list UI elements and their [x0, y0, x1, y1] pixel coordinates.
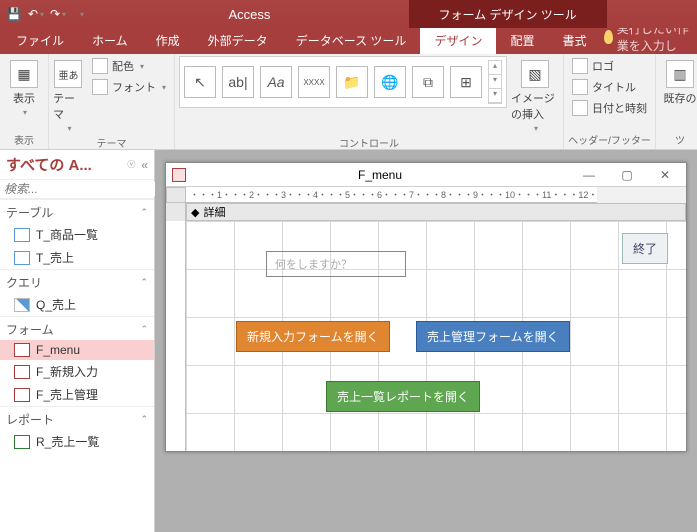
ruler-corner[interactable] [166, 187, 186, 203]
fonts-icon [92, 79, 108, 95]
title-icon [572, 79, 588, 95]
main-area: すべての A... ⓥ « 🔍 テーブル⌃ T_商品一覧 T_売上 クエリ⌃ Q… [0, 150, 697, 532]
theme-button[interactable]: 亜あ テーマ▾ [53, 56, 84, 133]
design-grid[interactable]: 何をしますか？ 終了 新規入力フォームを開く 売上管理フォームを開く 売上一覧レ… [186, 221, 686, 451]
shutter-icon[interactable]: « [141, 158, 148, 172]
gallery-scroll[interactable]: ▴▾▾ [488, 60, 502, 104]
nav-item-table[interactable]: T_商品一覧 [0, 223, 154, 246]
ribbon-group-header-footer: ロゴ タイトル 日付と時刻 ヘッダー/フッター [564, 54, 656, 149]
tab-file[interactable]: ファイル [2, 28, 78, 54]
group-label-header-footer: ヘッダー/フッター [568, 130, 651, 149]
group-label-tools: ツ [660, 130, 697, 149]
nav-item-table[interactable]: T_売上 [0, 246, 154, 269]
button-control-exit[interactable]: 終了 [622, 233, 668, 264]
insert-image-button[interactable]: ▧ イメージの挿入▾ [511, 56, 559, 133]
ribbon-group-controls: ↖ ab| Aa XXXX 📁 🌐 ⧉ ⊞ ▴▾▾ ▧ イメージの挿入▾ コント… [175, 54, 564, 149]
tab-format[interactable]: 書式 [548, 28, 600, 54]
existing-fields-button[interactable]: ▥ 既存の [660, 56, 697, 106]
tab-tool-icon[interactable]: 📁 [336, 66, 368, 98]
table-icon [14, 228, 30, 242]
section-handle-icon: ◆ [191, 206, 199, 219]
tab-create[interactable]: 作成 [142, 28, 194, 54]
minimize-icon[interactable]: — [574, 168, 604, 182]
navigation-tool-icon[interactable]: ⧉ [412, 66, 444, 98]
nav-item-query[interactable]: Q_売上 [0, 293, 154, 316]
nav-item-form[interactable]: F_新規入力 [0, 360, 154, 383]
form-icon [14, 365, 30, 379]
label-control-prompt[interactable]: 何をしますか？ [266, 251, 406, 277]
nav-search[interactable]: 🔍 [0, 180, 154, 199]
query-icon [14, 298, 30, 312]
redo-icon[interactable]: ↷▾ [48, 4, 68, 24]
tab-design[interactable]: デザイン [420, 28, 496, 54]
nav-item-form[interactable]: F_menu [0, 340, 154, 360]
colors-icon [92, 58, 108, 74]
form-window-titlebar[interactable]: F_menu — ▢ ✕ [166, 163, 686, 187]
button-control-new-form[interactable]: 新規入力フォームを開く [236, 321, 390, 352]
ribbon-group-tools: ▥ 既存の ツ [656, 54, 697, 149]
fonts-button[interactable]: フォント▾ [88, 77, 170, 97]
button-control-report[interactable]: 売上一覧レポートを開く [326, 381, 480, 412]
nav-section-forms[interactable]: フォーム⌃ [0, 316, 154, 340]
close-icon[interactable]: ✕ [650, 168, 680, 182]
detail-section-bar[interactable]: ◆詳細 [186, 203, 686, 221]
qat-more-icon[interactable]: ▾ [72, 4, 92, 24]
nav-header[interactable]: すべての A... ⓥ « [0, 150, 154, 180]
ribbon-group-themes: 亜あ テーマ▾ 配色▾ フォント▾ テーマ [49, 54, 175, 149]
form-design-window: F_menu — ▢ ✕ ・・・1・・・2・・・3・・・4・・・5・・・6・・・… [165, 162, 687, 452]
tab-external-data[interactable]: 外部データ [194, 28, 282, 54]
form-icon [14, 343, 30, 357]
combo-tool-icon[interactable]: ⊞ [450, 66, 482, 98]
button-tool-icon[interactable]: XXXX [298, 66, 330, 98]
maximize-icon[interactable]: ▢ [612, 168, 642, 182]
tab-arrange[interactable]: 配置 [496, 28, 548, 54]
ribbon: ▦ 表示▾ 表示 亜あ テーマ▾ 配色▾ フォント▾ テーマ ↖ ab| Aa … [0, 54, 697, 150]
view-button[interactable]: ▦ 表示▾ [4, 56, 44, 117]
form-icon [14, 388, 30, 402]
hyperlink-tool-icon[interactable]: 🌐 [374, 66, 406, 98]
date-icon [572, 100, 588, 116]
theme-icon: 亜あ [54, 60, 82, 88]
controls-gallery[interactable]: ↖ ab| Aa XXXX 📁 🌐 ⧉ ⊞ ▴▾▾ [179, 56, 507, 108]
bulb-icon [604, 30, 612, 44]
nav-section-reports[interactable]: レポート⌃ [0, 406, 154, 430]
navigation-pane: すべての A... ⓥ « 🔍 テーブル⌃ T_商品一覧 T_売上 クエリ⌃ Q… [0, 150, 155, 532]
save-icon[interactable]: 💾 [4, 4, 24, 24]
app-title: Access [229, 7, 271, 22]
tab-home[interactable]: ホーム [78, 28, 142, 54]
view-icon: ▦ [10, 60, 38, 88]
nav-section-tables[interactable]: テーブル⌃ [0, 199, 154, 223]
chevron-down-icon[interactable]: ⓥ [127, 159, 135, 170]
button-control-sales-form[interactable]: 売上管理フォームを開く [416, 321, 570, 352]
form-icon [172, 168, 186, 182]
horizontal-ruler[interactable]: ・・・1・・・2・・・3・・・4・・・5・・・6・・・7・・・8・・・9・・・1… [186, 187, 597, 203]
image-icon: ▧ [521, 60, 549, 88]
tab-database-tools[interactable]: データベース ツール [282, 28, 421, 54]
search-input[interactable] [4, 182, 161, 196]
date-time-button[interactable]: 日付と時刻 [568, 98, 651, 118]
nav-item-form[interactable]: F_売上管理 [0, 383, 154, 406]
textbox-tool-icon[interactable]: ab| [222, 66, 254, 98]
table-icon [14, 251, 30, 265]
logo-button[interactable]: ロゴ [568, 56, 651, 76]
nav-section-queries[interactable]: クエリ⌃ [0, 269, 154, 293]
ribbon-tabs: ファイル ホーム 作成 外部データ データベース ツール デザイン 配置 書式 … [0, 28, 697, 54]
report-icon [14, 435, 30, 449]
ribbon-group-view: ▦ 表示▾ 表示 [0, 54, 49, 149]
contextual-tab-title: フォーム デザイン ツール [409, 0, 607, 28]
undo-icon[interactable]: ↶▾ [26, 4, 46, 24]
title-button[interactable]: タイトル [568, 77, 651, 97]
vertical-ruler[interactable] [166, 221, 186, 451]
select-tool-icon[interactable]: ↖ [184, 66, 216, 98]
label-tool-icon[interactable]: Aa [260, 66, 292, 98]
work-area: F_menu — ▢ ✕ ・・・1・・・2・・・3・・・4・・・5・・・6・・・… [155, 150, 697, 532]
fields-icon: ▥ [666, 60, 694, 88]
form-window-title: F_menu [194, 168, 566, 182]
logo-icon [572, 58, 588, 74]
nav-item-report[interactable]: R_売上一覧 [0, 430, 154, 453]
quick-access-toolbar: 💾 ↶▾ ↷▾ ▾ [4, 4, 92, 24]
title-bar: 💾 ↶▾ ↷▾ ▾ Access フォーム デザイン ツール [0, 0, 697, 28]
group-label-view: 表示 [4, 130, 44, 149]
colors-button[interactable]: 配色▾ [88, 56, 170, 76]
